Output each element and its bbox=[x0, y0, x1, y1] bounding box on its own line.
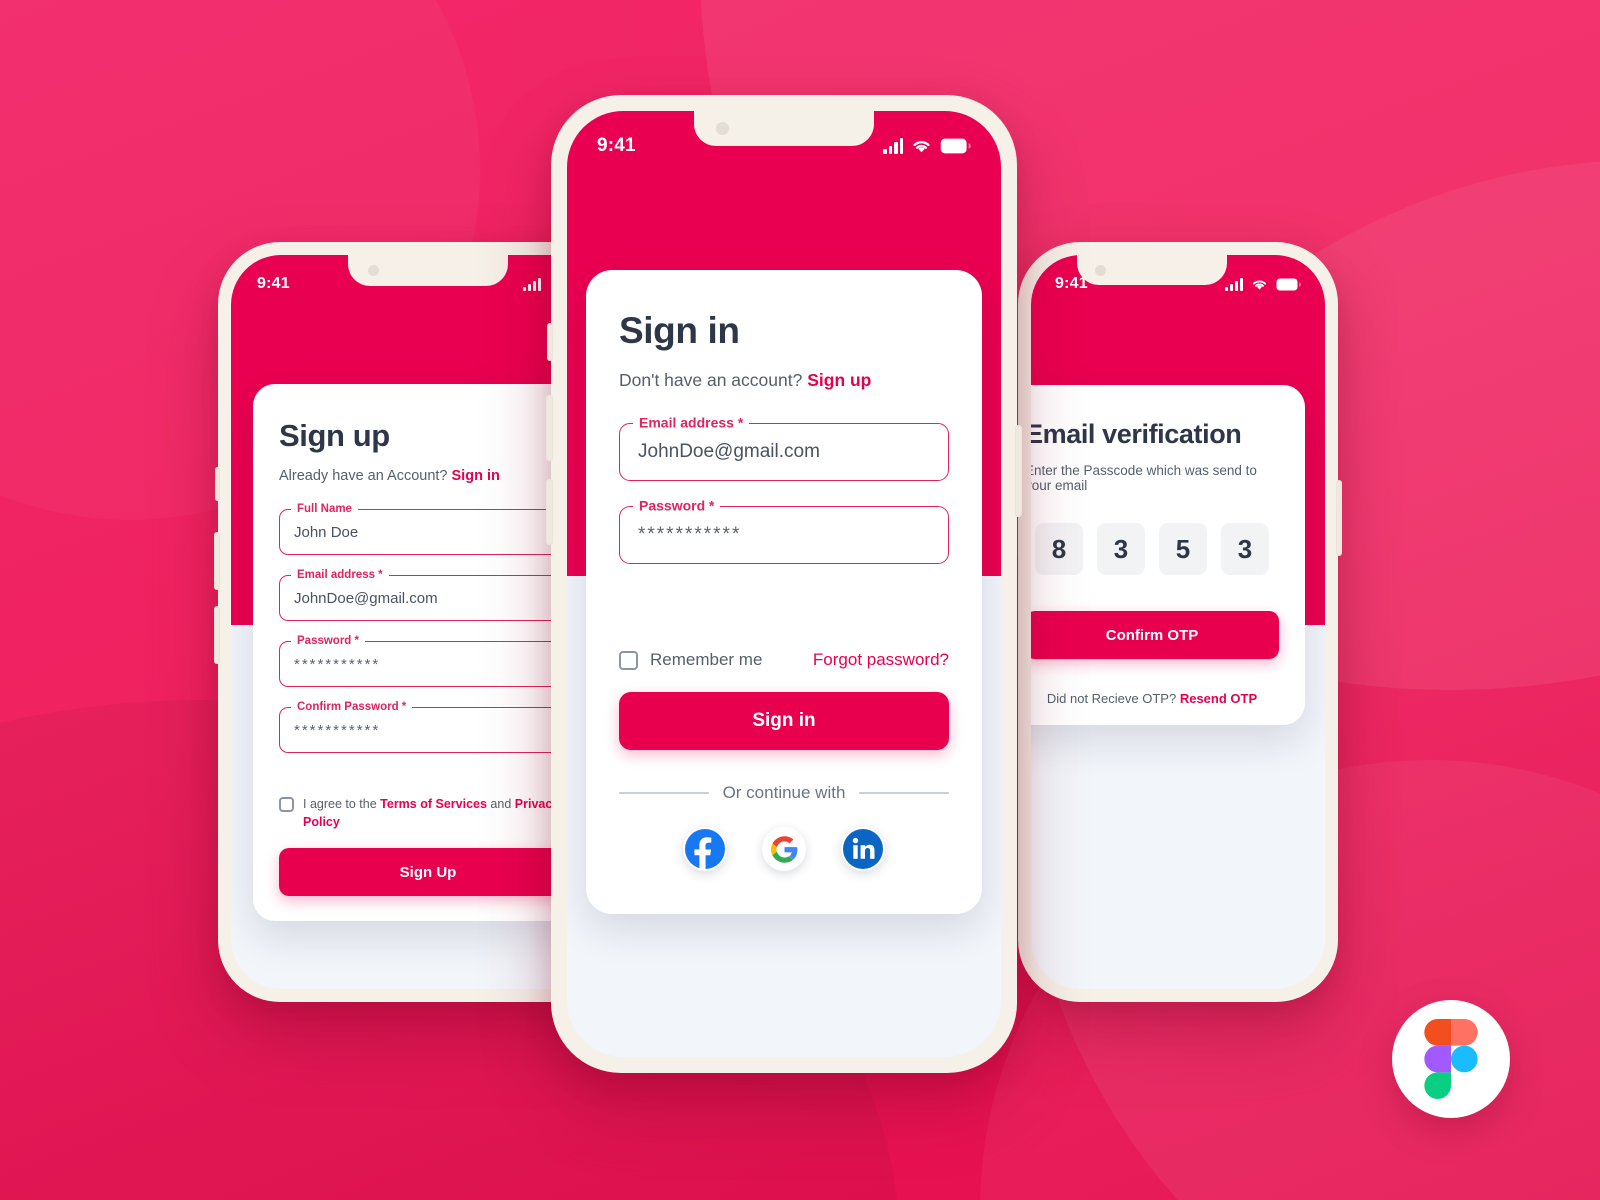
terms-conjunction: and bbox=[490, 797, 512, 811]
field-password[interactable]: Password * *********** bbox=[619, 497, 949, 564]
signin-link[interactable]: Sign in bbox=[452, 468, 500, 484]
figma-logo-icon bbox=[1424, 1019, 1478, 1099]
divider-line-left bbox=[619, 792, 709, 794]
phone-power-button[interactable] bbox=[1015, 425, 1022, 517]
field-email[interactable]: Email address * JohnDoe@gmail.com bbox=[279, 568, 577, 621]
field-label-password: Password * bbox=[291, 634, 365, 647]
phone-screen-signin: 9:41 Sign in Don't have an account? Sign… bbox=[567, 111, 1001, 1057]
signin-options-row: Remember me Forgot password? bbox=[619, 650, 949, 670]
field-password[interactable]: Password * *********** bbox=[279, 634, 577, 687]
otp-code-inputs: 8 3 5 3 bbox=[1031, 523, 1279, 575]
signin-account-prompt: Don't have an account? Sign up bbox=[619, 370, 949, 391]
otp-digit-1[interactable]: 8 bbox=[1035, 523, 1083, 575]
field-label-password: Password * bbox=[633, 497, 721, 514]
field-value-password: *********** bbox=[638, 524, 742, 545]
battery-icon bbox=[1276, 278, 1301, 290]
figma-logo-badge bbox=[1392, 1000, 1510, 1118]
linkedin-icon bbox=[843, 829, 883, 869]
phone-silent-switch[interactable] bbox=[215, 467, 220, 501]
battery-icon bbox=[940, 138, 971, 154]
signin-submit-button[interactable]: Sign in bbox=[619, 692, 949, 750]
phone-notch bbox=[694, 111, 874, 146]
field-label-confirm-password: Confirm Password * bbox=[291, 700, 413, 713]
otp-resend-row: Did not Recieve OTP? Resend OTP bbox=[1031, 691, 1279, 706]
terms-checkbox[interactable] bbox=[279, 797, 294, 812]
remember-me-checkbox[interactable] bbox=[619, 650, 638, 670]
signin-card: Sign in Don't have an account? Sign up E… bbox=[586, 270, 982, 914]
signal-bars-icon bbox=[1225, 277, 1243, 291]
field-value-password: *********** bbox=[294, 655, 381, 673]
wifi-icon bbox=[1252, 279, 1267, 290]
otp-resend-prompt: Did not Recieve OTP? bbox=[1046, 691, 1177, 706]
otp-digit-3[interactable]: 5 bbox=[1159, 523, 1207, 575]
signup-account-prompt: Already have an Account? Sign in bbox=[279, 468, 577, 484]
google-icon bbox=[770, 835, 797, 863]
divider-line-right bbox=[859, 792, 949, 794]
signin-prompt-text: Don't have an account? bbox=[619, 370, 803, 390]
otp-instruction: Enter the Passcode which was send to you… bbox=[1031, 463, 1257, 493]
terms-prefix: I agree to the bbox=[303, 797, 377, 811]
linkedin-login-button[interactable] bbox=[841, 827, 885, 871]
phone-notch bbox=[1076, 255, 1227, 285]
phone-volume-up-button[interactable] bbox=[546, 395, 553, 461]
terms-of-services-link[interactable]: Terms of Services bbox=[380, 797, 487, 811]
phone-power-button[interactable] bbox=[1336, 480, 1342, 556]
forgot-password-link[interactable]: Forgot password? bbox=[813, 650, 949, 670]
phone-notch bbox=[348, 255, 508, 286]
status-bar-time: 9:41 bbox=[257, 275, 290, 292]
field-full-name[interactable]: Full Name John Doe bbox=[279, 502, 577, 555]
field-value-email: JohnDoe@gmail.com bbox=[638, 441, 820, 462]
front-camera-icon bbox=[716, 122, 729, 135]
social-login-row bbox=[619, 827, 949, 871]
divider-label: Or continue with bbox=[722, 783, 846, 802]
wifi-icon bbox=[913, 141, 930, 153]
field-confirm-password[interactable]: Confirm Password * *********** bbox=[279, 700, 577, 753]
confirm-otp-button[interactable]: Confirm OTP bbox=[1031, 611, 1279, 659]
social-divider: Or continue with bbox=[619, 783, 949, 803]
terms-agreement-row: I agree to the Terms of Services and Pri… bbox=[279, 795, 577, 831]
signup-prompt-text: Already have an Account? bbox=[279, 468, 448, 484]
signal-bars-icon bbox=[883, 138, 903, 154]
google-login-button[interactable] bbox=[762, 827, 806, 871]
page-title-signin: Sign in bbox=[619, 310, 740, 351]
status-bar-time: 9:41 bbox=[597, 135, 636, 156]
phone-silent-switch[interactable] bbox=[547, 323, 553, 361]
remember-me-label: Remember me bbox=[650, 650, 763, 669]
field-label-email: Email address * bbox=[291, 568, 389, 581]
field-value-confirm-password: *********** bbox=[294, 721, 381, 739]
facebook-icon bbox=[685, 829, 725, 870]
field-value-full-name: John Doe bbox=[294, 523, 359, 541]
phone-signin: 9:41 Sign in Don't have an account? Sign… bbox=[546, 95, 1022, 1073]
otp-digit-4[interactable]: 3 bbox=[1221, 523, 1269, 575]
phone-volume-up-button[interactable] bbox=[214, 532, 220, 590]
signup-link[interactable]: Sign up bbox=[807, 370, 871, 390]
field-email[interactable]: Email address * JohnDoe@gmail.com bbox=[619, 414, 949, 481]
resend-otp-link[interactable]: Resend OTP bbox=[1180, 691, 1257, 706]
field-label-email: Email address * bbox=[633, 414, 750, 431]
field-label-full-name: Full Name bbox=[291, 502, 358, 515]
phone-screen-otp: 9:41 Email verification Enter the Passco… bbox=[1031, 255, 1325, 989]
field-value-email: JohnDoe@gmail.com bbox=[294, 589, 438, 607]
phone-otp: 9:41 Email verification Enter the Passco… bbox=[1018, 242, 1342, 1002]
otp-digit-2[interactable]: 3 bbox=[1097, 523, 1145, 575]
front-camera-icon bbox=[1094, 264, 1106, 276]
phone-volume-down-button[interactable] bbox=[214, 606, 220, 664]
page-title-signup: Sign up bbox=[279, 418, 390, 453]
front-camera-icon bbox=[368, 265, 379, 276]
phone-volume-down-button[interactable] bbox=[546, 479, 553, 545]
facebook-login-button[interactable] bbox=[683, 827, 727, 871]
signal-bars-icon bbox=[523, 277, 541, 291]
otp-card: Email verification Enter the Passcode wh… bbox=[1031, 385, 1305, 725]
signup-submit-button[interactable]: Sign Up bbox=[279, 848, 577, 897]
page-title-otp: Email verification bbox=[1031, 419, 1242, 449]
